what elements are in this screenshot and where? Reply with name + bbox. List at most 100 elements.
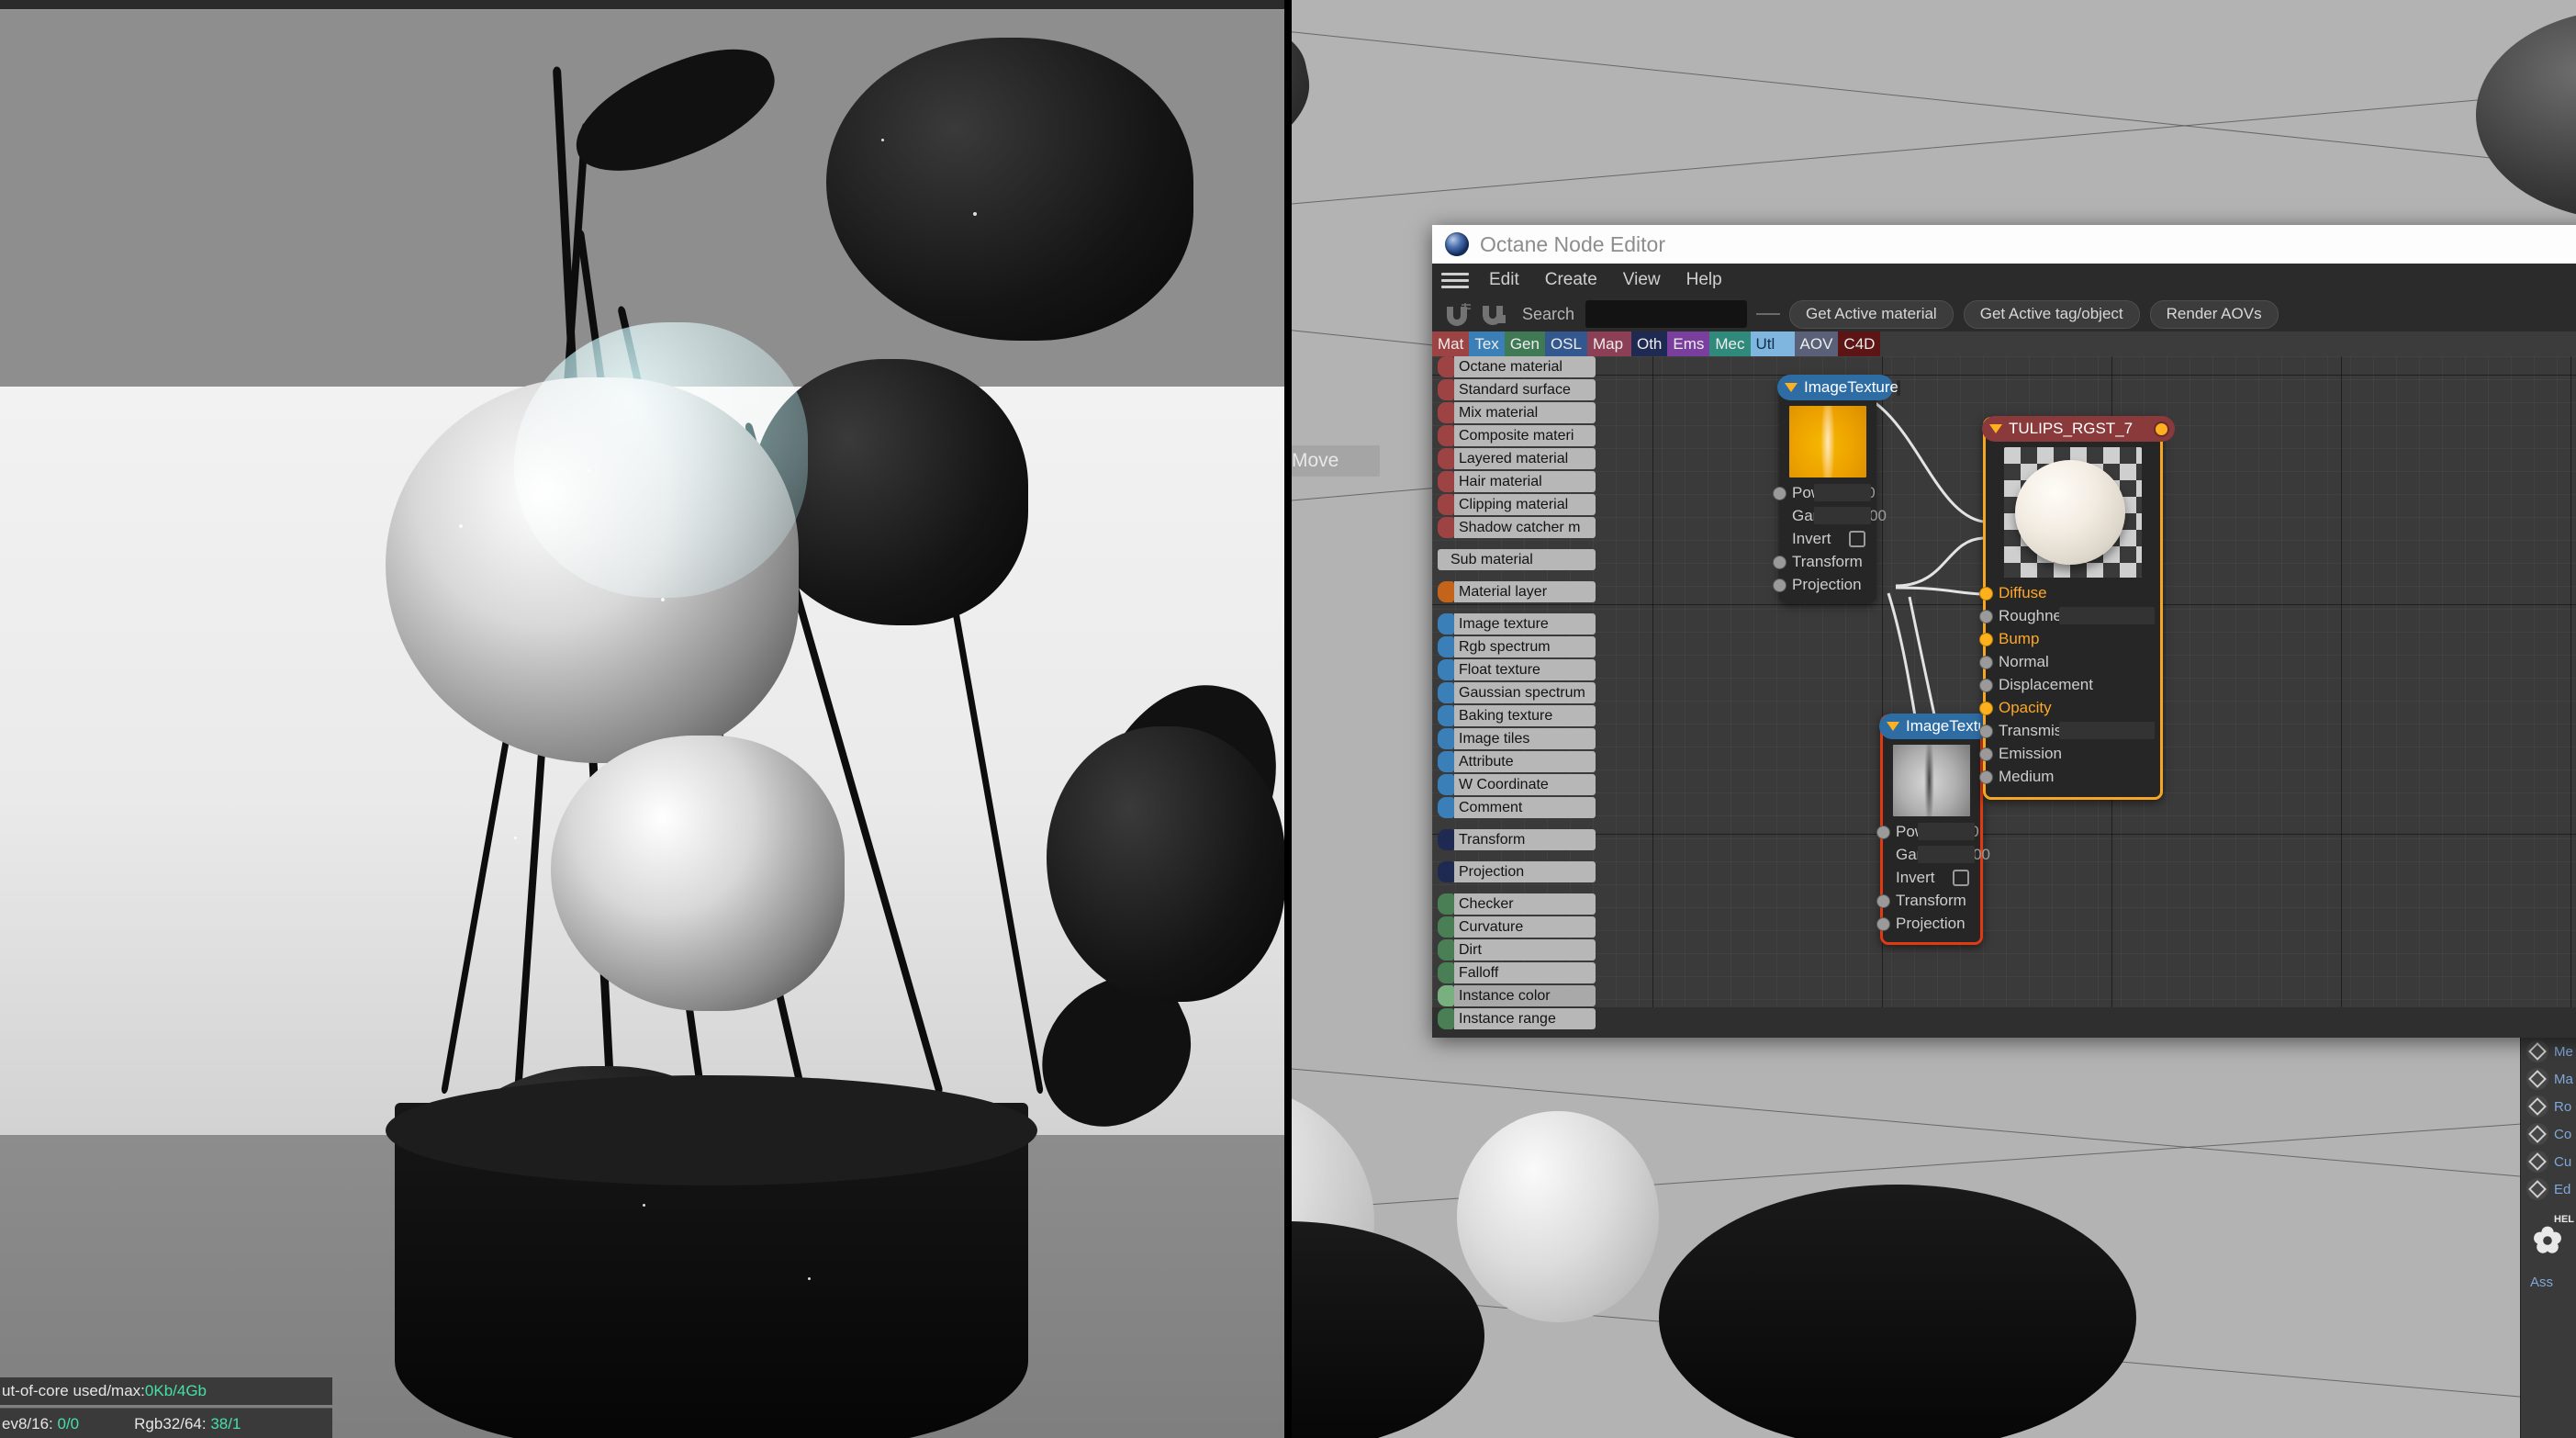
search-input[interactable]	[1585, 300, 1748, 328]
c4d-right-toolbar[interactable]: Me Ma Ro Co Cu Ed HEL Ass	[2520, 1038, 2576, 1438]
param-invert[interactable]: Invert	[1883, 866, 1980, 889]
list-item[interactable]: Instance color	[1438, 985, 1596, 1006]
list-item[interactable]: Mix material	[1438, 402, 1596, 423]
menubar[interactable]: Edit Create View Help	[1432, 264, 2576, 297]
list-item[interactable]: Attribute	[1438, 751, 1596, 772]
node-thumbnail[interactable]	[2004, 447, 2142, 578]
list-item[interactable]: Image tiles	[1438, 728, 1596, 749]
window-titlebar[interactable]: Octane Node Editor	[1432, 225, 2576, 264]
tab-osl[interactable]: OSL	[1544, 331, 1587, 356]
magnet-snap-icon[interactable]	[1478, 301, 1509, 327]
toolbar[interactable]: Search Get Active material Get Active ta…	[1432, 297, 2576, 331]
param-gamma[interactable]: Gamma2.200	[1779, 504, 1887, 527]
param-opacity[interactable]: Opacity	[1979, 696, 2160, 719]
list-item[interactable]: Falloff	[1438, 962, 1596, 983]
node-palette-list[interactable]: Octane material Standard surface Mix mat…	[1438, 356, 1596, 1031]
param-displacement[interactable]: Displacement	[1979, 673, 2160, 696]
param-transform[interactable]: Transform	[1876, 889, 1980, 912]
input-port[interactable]	[1979, 633, 1993, 646]
input-port[interactable]	[1876, 894, 1890, 908]
category-tabs[interactable]: Mat Tex Gen OSL Map Oth Ems Mec Utl AOV …	[1432, 331, 2576, 356]
list-item[interactable]: Gaussian spectrum	[1438, 682, 1596, 703]
menu-item-help[interactable]: Help	[1674, 270, 1735, 290]
sidebar-item-me[interactable]: Me	[2521, 1038, 2576, 1065]
list-item[interactable]: Image texture	[1438, 613, 1596, 635]
list-item[interactable]: Instance range	[1438, 1008, 1596, 1029]
list-item[interactable]: Layered material	[1438, 448, 1596, 469]
tab-c4d[interactable]: C4D	[1838, 331, 1881, 356]
node-header[interactable]: ImageTexture	[1777, 375, 1898, 400]
collapse-triangle-icon[interactable]	[1785, 383, 1798, 392]
input-port[interactable]	[1979, 610, 1993, 624]
input-port[interactable]	[1773, 487, 1786, 500]
tab-oth[interactable]: Oth	[1630, 331, 1668, 356]
menu-item-create[interactable]: Create	[1532, 270, 1610, 290]
collapse-triangle-icon[interactable]	[1989, 424, 2002, 433]
param-medium[interactable]: Medium	[1979, 765, 2160, 788]
input-port[interactable]	[1979, 770, 1993, 784]
node-header[interactable]: TULIPS_RGST_7	[1982, 416, 2175, 442]
param-transform[interactable]: Transform	[1773, 550, 1876, 573]
get-active-material-button[interactable]: Get Active material	[1789, 299, 1954, 329]
tab-map[interactable]: Map	[1586, 331, 1631, 356]
param-power[interactable]: Power1.000	[1773, 481, 1876, 504]
invert-checkbox[interactable]	[1849, 530, 1865, 547]
param-invert[interactable]: Invert	[1779, 527, 1876, 550]
node-header[interactable]: ImageTexture	[1879, 713, 2000, 739]
input-port[interactable]	[1876, 826, 1890, 839]
menu-item-edit[interactable]: Edit	[1476, 270, 1532, 290]
node-output-port[interactable]	[2156, 422, 2167, 435]
list-item[interactable]: Float texture	[1438, 659, 1596, 680]
input-port[interactable]	[1979, 725, 1993, 738]
input-port[interactable]	[1979, 747, 1993, 761]
collapse-triangle-icon[interactable]	[1887, 722, 1899, 731]
param-emission[interactable]: Emission	[1979, 742, 2160, 765]
param-projection[interactable]: Projection	[1773, 573, 1876, 596]
sidebar-item-cu[interactable]: Cu	[2521, 1148, 2576, 1175]
tab-ems[interactable]: Ems	[1667, 331, 1710, 356]
input-port[interactable]	[1773, 556, 1786, 569]
list-item[interactable]: Material layer	[1438, 581, 1596, 602]
list-item[interactable]: Curvature	[1438, 916, 1596, 938]
node-graph-canvas[interactable]: Octane material Standard surface Mix mat…	[1432, 356, 2576, 1029]
invert-checkbox[interactable]	[1953, 869, 1969, 886]
list-item[interactable]: Standard surface	[1438, 379, 1596, 400]
node-material-tulips-rgst-7[interactable]: TULIPS_RGST_7 Diffuse Roughness0.000 Bum…	[1979, 416, 2175, 800]
list-item[interactable]: Octane material	[1438, 356, 1596, 377]
list-item[interactable]: Clipping material	[1438, 494, 1596, 515]
node-imagetexture-bottom[interactable]: ImageTexture Power1.000 Gamma2.200 Inver…	[1876, 713, 2000, 945]
octane-node-editor-window[interactable]: Octane Node Editor Edit Create View Help…	[1432, 225, 2576, 1038]
sidebar-item-co[interactable]: Co	[2521, 1120, 2576, 1148]
node-thumbnail[interactable]	[1893, 745, 1970, 816]
tab-tex[interactable]: Tex	[1469, 331, 1505, 356]
list-item[interactable]: Sub material	[1438, 549, 1596, 570]
list-item[interactable]: Rgb spectrum	[1438, 636, 1596, 657]
sidebar-item-ed[interactable]: Ed	[2521, 1175, 2576, 1203]
magnet-grid-icon[interactable]	[1441, 301, 1473, 327]
list-item[interactable]: Baking texture	[1438, 705, 1596, 726]
list-item[interactable]: Transform	[1438, 829, 1596, 850]
tab-mat[interactable]: Mat	[1432, 331, 1470, 356]
input-port[interactable]	[1876, 917, 1890, 931]
render-aovs-button[interactable]: Render AOVs	[2149, 299, 2279, 329]
param-bump[interactable]: Bump	[1979, 627, 2160, 650]
list-item[interactable]: Comment	[1438, 797, 1596, 818]
node-imagetexture-top[interactable]: ImageTexture Power1.000 Gamma2.200 Inver…	[1773, 375, 1898, 603]
render-viewport[interactable]: heck:0ms./0ms. MeshGen:0ms. Update[M]:0m…	[0, 0, 1284, 1438]
tab-mec[interactable]: Mec	[1709, 331, 1751, 356]
tab-gen[interactable]: Gen	[1504, 331, 1545, 356]
list-item[interactable]: Shadow catcher m	[1438, 517, 1596, 538]
input-port[interactable]	[1773, 579, 1786, 592]
list-item[interactable]: Composite materi	[1438, 425, 1596, 446]
param-gamma[interactable]: Gamma2.200	[1883, 843, 1990, 866]
input-port[interactable]	[1979, 587, 1993, 601]
param-transmission[interactable]: Transmissio0.000	[1979, 719, 2160, 742]
list-item[interactable]: Dirt	[1438, 939, 1596, 961]
tab-utl[interactable]: Utl	[1750, 331, 1795, 356]
hamburger-menu-icon[interactable]	[1441, 270, 1469, 290]
get-active-tag-object-button[interactable]: Get Active tag/object	[1963, 299, 2140, 329]
input-port[interactable]	[1979, 656, 1993, 669]
tab-aov[interactable]: AOV	[1794, 331, 1839, 356]
param-diffuse[interactable]: Diffuse	[1979, 581, 2160, 604]
param-roughness[interactable]: Roughness0.000	[1979, 604, 2160, 627]
